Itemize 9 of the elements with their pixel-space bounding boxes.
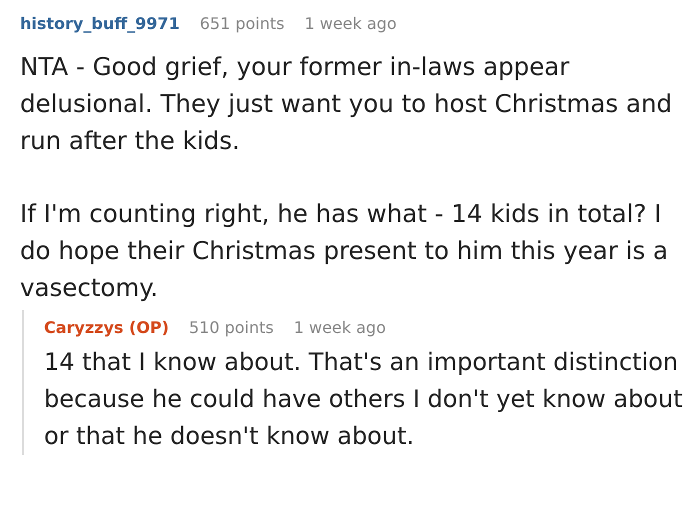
timestamp: 1 week ago	[304, 14, 397, 33]
points-count: 510 points	[188, 318, 274, 336]
timestamp: 1 week ago	[294, 318, 386, 336]
comment-text: If I'm counting right, he has what - 14 kids in total? I do hope their Christmas present to him this year is a vasectomy.	[20, 198, 670, 304]
username[interactable]: Caryzzys (OP)	[44, 318, 169, 336]
comment-text: NTA - Good grief, your former in-laws appear delusional. They just want you to host Christmas and run after the kids.	[20, 51, 674, 157]
username[interactable]: history_buff_9971	[20, 14, 180, 33]
points-count: 651 points	[200, 14, 284, 33]
comment-text: 14 that I know about. That's an important distinction because he could have others I don't yet know about or that he doesn't know about.	[44, 347, 684, 452]
